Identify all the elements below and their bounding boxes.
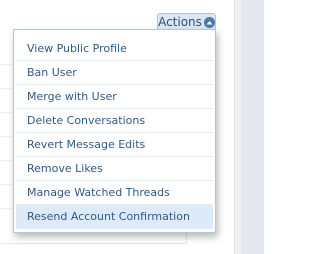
- menu-item-ban-user[interactable]: Ban User: [16, 61, 213, 85]
- chevron-up-icon: [203, 16, 215, 28]
- menu-item-revert-message-edits[interactable]: Revert Message Edits: [16, 133, 213, 157]
- right-sidebar: [234, 0, 264, 254]
- menu-item-delete-conversations[interactable]: Delete Conversations: [16, 109, 213, 133]
- actions-button-label: Actions: [158, 15, 202, 29]
- right-sidebar-panel: [241, 0, 264, 254]
- menu-item-manage-watched-threads[interactable]: Manage Watched Threads: [16, 181, 213, 205]
- actions-dropdown-menu: View Public Profile Ban User Merge with Us…: [13, 29, 216, 233]
- menu-item-merge-with-user[interactable]: Merge with User: [16, 85, 213, 109]
- actions-button[interactable]: Actions: [157, 13, 216, 30]
- chevron-up-icon-glyph: [206, 20, 213, 24]
- menu-item-view-public-profile[interactable]: View Public Profile: [16, 37, 213, 61]
- menu-item-resend-account-confirmation[interactable]: Resend Account Confirmation: [16, 205, 213, 229]
- menu-item-remove-likes[interactable]: Remove Likes: [16, 157, 213, 181]
